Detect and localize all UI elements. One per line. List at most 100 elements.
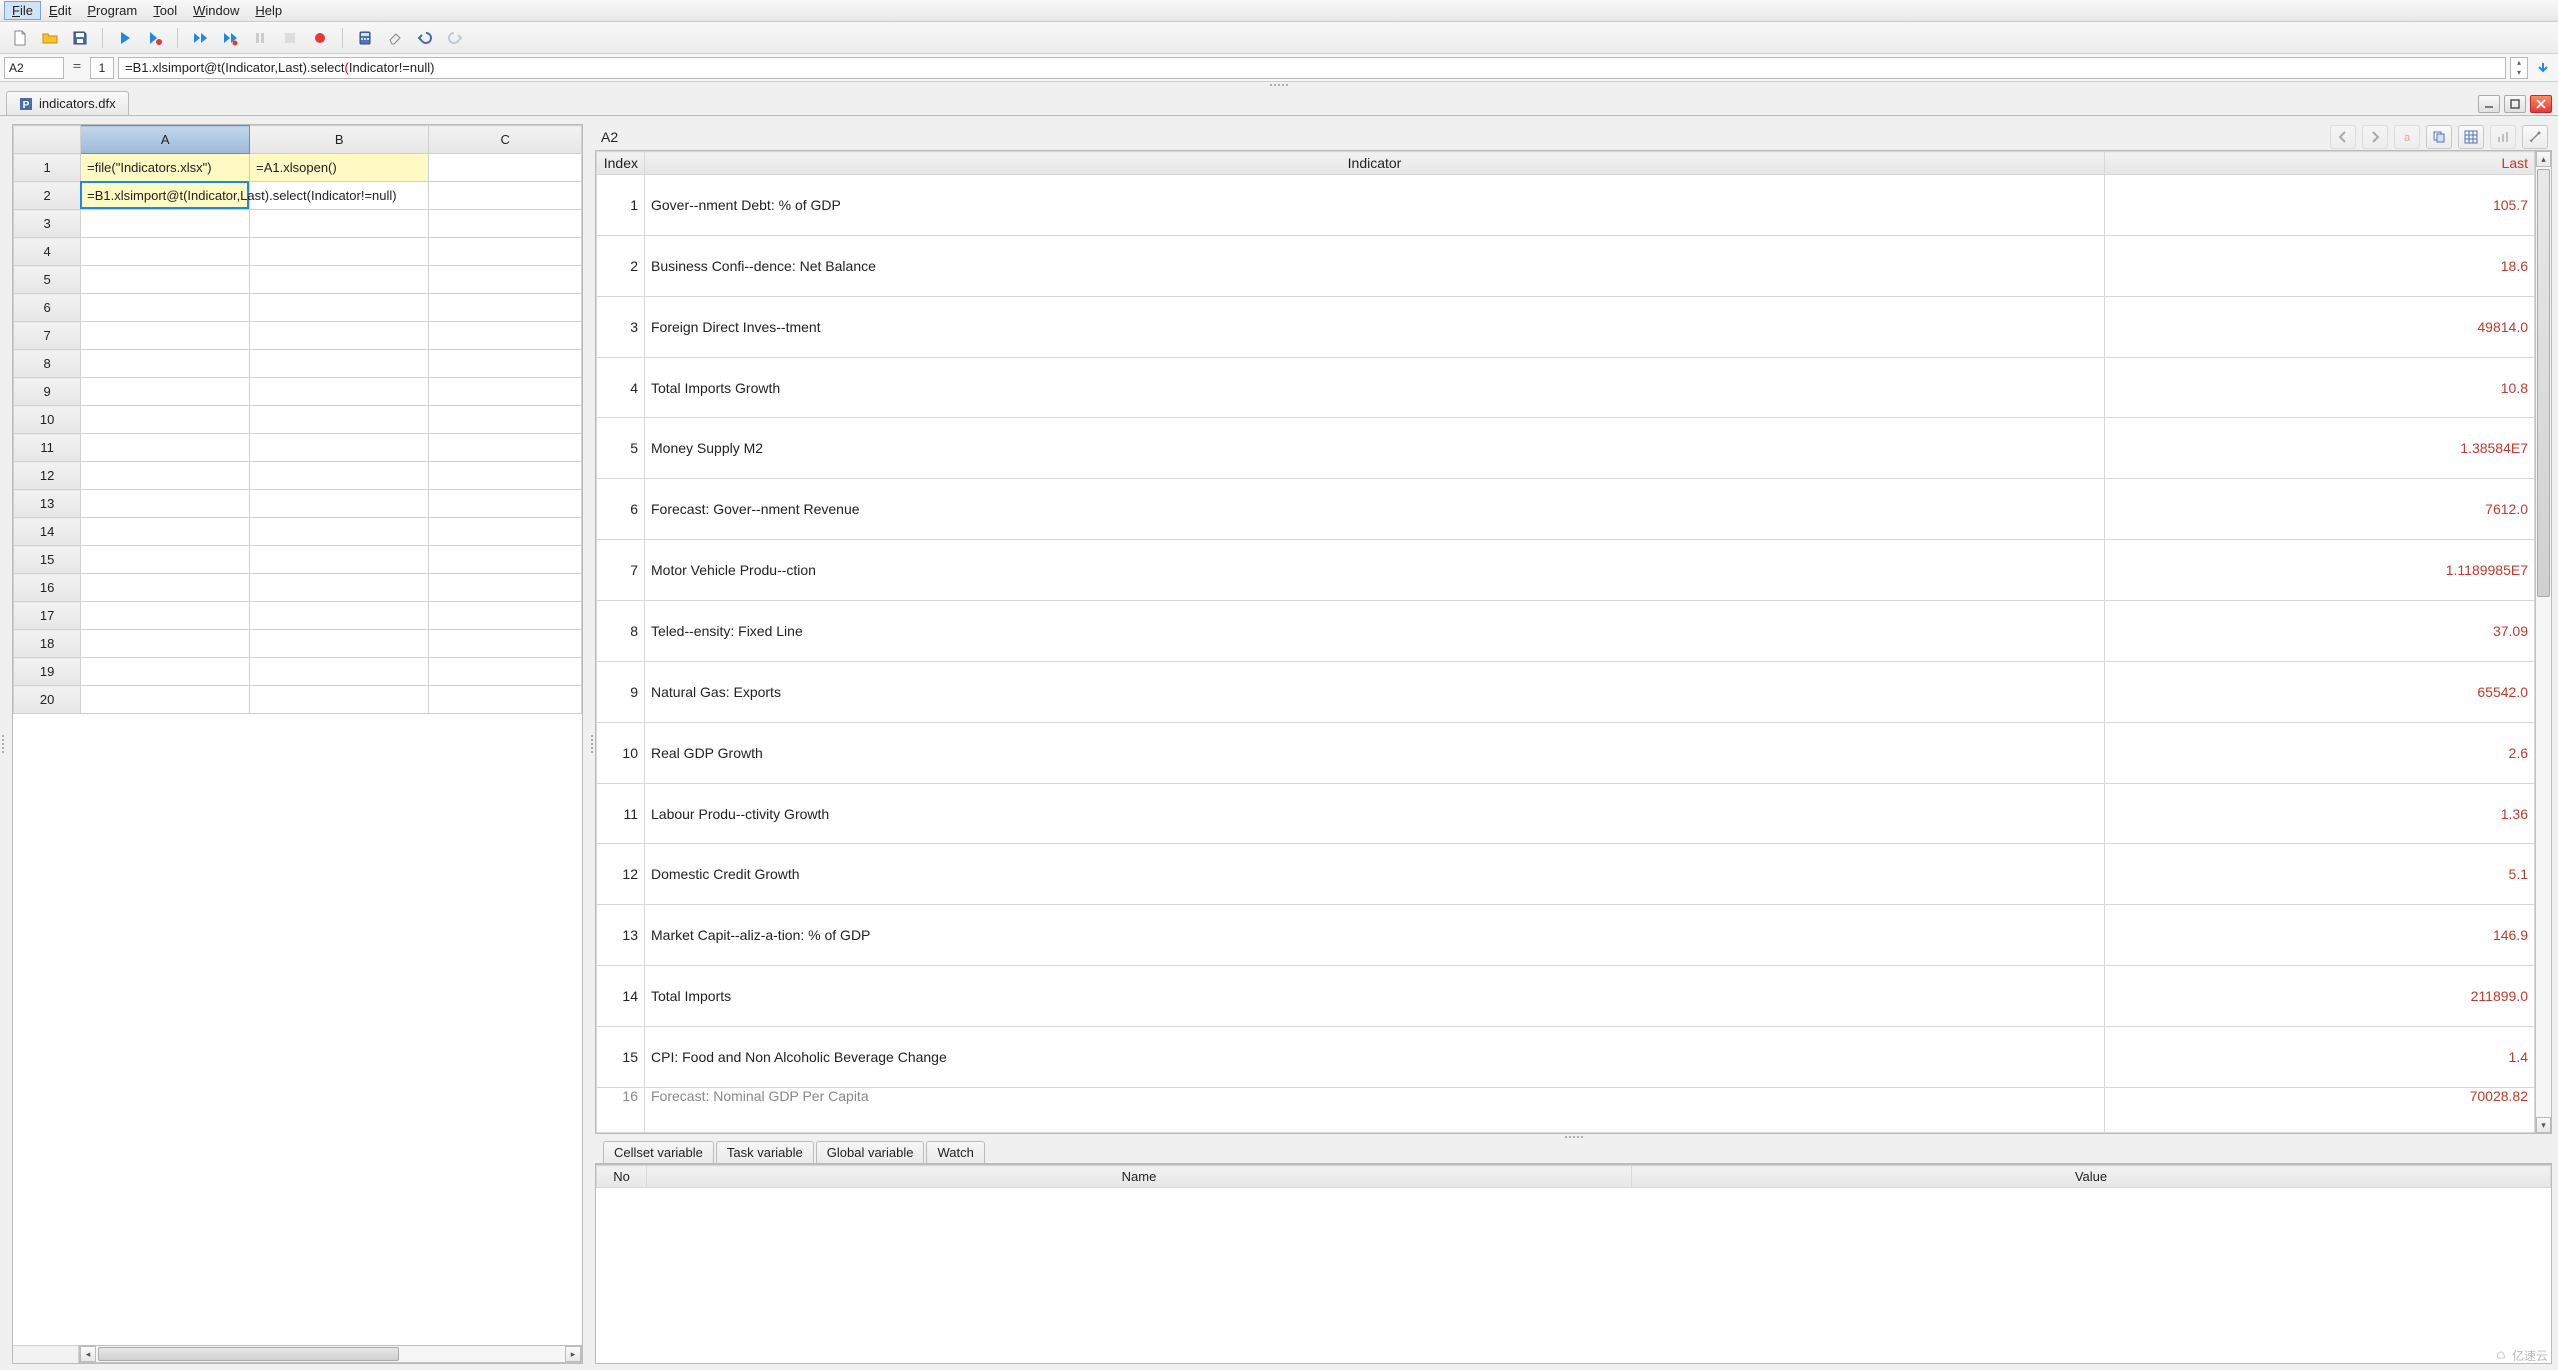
copy-icon[interactable] (2426, 125, 2452, 149)
cell-C14[interactable] (429, 518, 582, 546)
row-header-8[interactable]: 8 (14, 350, 81, 378)
step-over-icon[interactable] (188, 26, 212, 50)
cell-A17[interactable] (81, 602, 250, 630)
settings-icon[interactable] (2522, 125, 2548, 149)
row-header-1[interactable]: 1 (14, 154, 81, 182)
menu-tool[interactable]: Tool (145, 1, 185, 20)
tab-cellset-variable[interactable]: Cellset variable (603, 1141, 714, 1163)
cell-A1[interactable]: =file("Indicators.xlsx") (81, 154, 250, 182)
cell-B19[interactable] (250, 658, 429, 686)
row-header-16[interactable]: 16 (14, 574, 81, 602)
step-into-icon[interactable] (218, 26, 242, 50)
cell-B14[interactable] (250, 518, 429, 546)
result-row[interactable]: 5Money Supply M21.38584E7 (597, 418, 2535, 479)
row-header-17[interactable]: 17 (14, 602, 81, 630)
cell-B18[interactable] (250, 630, 429, 658)
tab-watch[interactable]: Watch (926, 1141, 984, 1163)
cell-B1[interactable]: =A1.xlsopen() (250, 154, 429, 182)
menu-program[interactable]: Program (79, 1, 145, 20)
result-table[interactable]: IndexIndicatorLast1Gover--nment Debt: % … (595, 150, 2552, 1134)
formula-input[interactable]: =B1.xlsimport@t(Indicator,Last).select(I… (118, 57, 2506, 79)
cell-C11[interactable] (429, 434, 582, 462)
cell-B11[interactable] (250, 434, 429, 462)
row-header-20[interactable]: 20 (14, 686, 81, 714)
sheet-horizontal-scrollbar[interactable]: ◂ ▸ (13, 1345, 582, 1363)
cell-C1[interactable] (429, 154, 582, 182)
result-row[interactable]: 2Business Confi--dence: Net Balance18.6 (597, 235, 2535, 296)
new-file-icon[interactable] (8, 26, 32, 50)
cell-C13[interactable] (429, 490, 582, 518)
cell-A8[interactable] (81, 350, 250, 378)
row-header-10[interactable]: 10 (14, 406, 81, 434)
cell-C12[interactable] (429, 462, 582, 490)
calculator-icon[interactable] (353, 26, 377, 50)
result-row[interactable]: 9Natural Gas: Exports65542.0 (597, 661, 2535, 722)
row-header-6[interactable]: 6 (14, 294, 81, 322)
value-icon[interactable]: a (2394, 125, 2420, 149)
save-icon[interactable] (68, 26, 92, 50)
cell-A7[interactable] (81, 322, 250, 350)
cell-B9[interactable] (250, 378, 429, 406)
nav-back-icon[interactable] (2330, 125, 2356, 149)
row-header-13[interactable]: 13 (14, 490, 81, 518)
row-header-9[interactable]: 9 (14, 378, 81, 406)
col-header-B[interactable]: B (250, 126, 429, 154)
cell-B15[interactable] (250, 546, 429, 574)
col-header-A[interactable]: A (81, 126, 250, 154)
cell-C17[interactable] (429, 602, 582, 630)
cell-B7[interactable] (250, 322, 429, 350)
cell-A5[interactable] (81, 266, 250, 294)
cell-A19[interactable] (81, 658, 250, 686)
stop-icon[interactable] (278, 26, 302, 50)
result-row[interactable]: 6Forecast: Gover--nment Revenue7612.0 (597, 479, 2535, 540)
cell-B8[interactable] (250, 350, 429, 378)
cell-B16[interactable] (250, 574, 429, 602)
cell-A6[interactable] (81, 294, 250, 322)
cell-C18[interactable] (429, 630, 582, 658)
cell-A15[interactable] (81, 546, 250, 574)
menu-window[interactable]: Window (185, 1, 247, 20)
cell-C20[interactable] (429, 686, 582, 714)
result-row[interactable]: 16Forecast: Nominal GDP Per Capita70028.… (597, 1087, 2535, 1132)
result-col-last[interactable]: Last (2105, 152, 2535, 175)
variable-table[interactable]: No Name Value (595, 1164, 2552, 1364)
cell-A18[interactable] (81, 630, 250, 658)
result-row[interactable]: 11Labour Produ--ctivity Growth1.36 (597, 783, 2535, 844)
row-header-7[interactable]: 7 (14, 322, 81, 350)
menu-help[interactable]: Help (247, 1, 290, 20)
menu-edit[interactable]: Edit (41, 1, 79, 20)
grid-view-icon[interactable] (2458, 125, 2484, 149)
cell-C7[interactable] (429, 322, 582, 350)
row-header-15[interactable]: 15 (14, 546, 81, 574)
open-file-icon[interactable] (38, 26, 62, 50)
cell-C10[interactable] (429, 406, 582, 434)
cell-B3[interactable] (250, 210, 429, 238)
row-header-5[interactable]: 5 (14, 266, 81, 294)
erase-icon[interactable] (383, 26, 407, 50)
tab-task-variable[interactable]: Task variable (716, 1141, 814, 1163)
cell-B6[interactable] (250, 294, 429, 322)
minimize-button[interactable] (2478, 95, 2500, 113)
row-header-19[interactable]: 19 (14, 658, 81, 686)
cell-C16[interactable] (429, 574, 582, 602)
redo-icon[interactable] (443, 26, 467, 50)
result-row[interactable]: 15CPI: Food and Non Alcoholic Beverage C… (597, 1027, 2535, 1088)
cell-A3[interactable] (81, 210, 250, 238)
cell-C2[interactable] (429, 182, 582, 210)
cell-A12[interactable] (81, 462, 250, 490)
result-row[interactable]: 1Gover--nment Debt: % of GDP105.7 (597, 175, 2535, 236)
row-header-12[interactable]: 12 (14, 462, 81, 490)
cell-C3[interactable] (429, 210, 582, 238)
row-header-14[interactable]: 14 (14, 518, 81, 546)
cell-C4[interactable] (429, 238, 582, 266)
cell-C6[interactable] (429, 294, 582, 322)
result-row[interactable]: 12Domestic Credit Growth5.1 (597, 844, 2535, 905)
cell-A20[interactable] (81, 686, 250, 714)
col-header-C[interactable]: C (429, 126, 582, 154)
pause-icon[interactable] (248, 26, 272, 50)
close-button[interactable] (2530, 95, 2552, 113)
tab-global-variable[interactable]: Global variable (816, 1141, 925, 1163)
cell-A14[interactable] (81, 518, 250, 546)
row-header-2[interactable]: 2 (14, 182, 81, 210)
result-row[interactable]: 14Total Imports211899.0 (597, 966, 2535, 1027)
